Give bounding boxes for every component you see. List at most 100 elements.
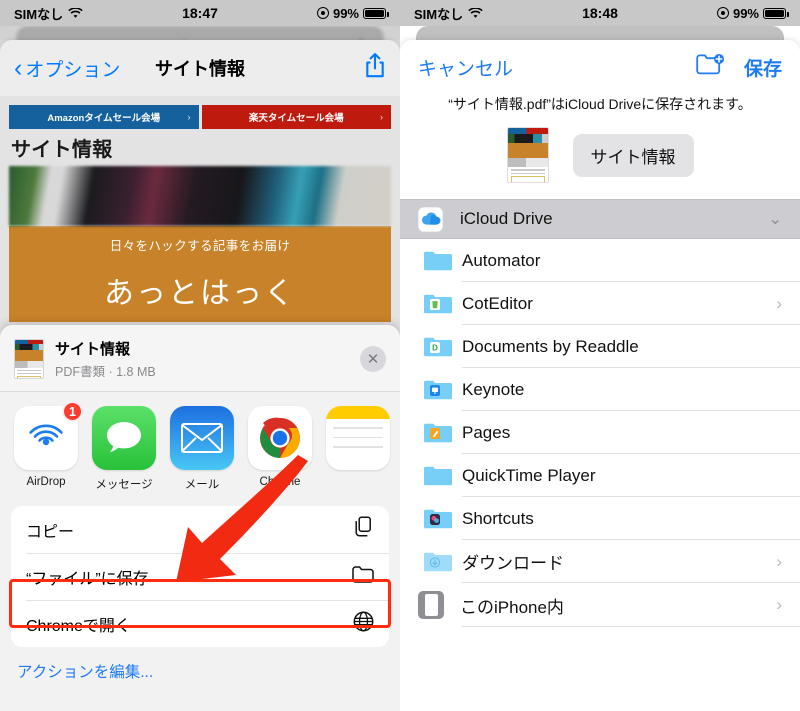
share-apps-row: 1 AirDrop メッセージ メール Chrome [0, 392, 400, 502]
action-copy[interactable]: コピー [11, 506, 389, 553]
ad-banner-row: Amazonタイムセール会場 › 楽天タイムセール会場 › [9, 105, 391, 129]
folder-row-documents-by-readdle[interactable]: D Documents by Readdle [400, 325, 800, 368]
folder-row-automator[interactable]: Automator [400, 239, 800, 282]
chevron-right-icon: › [187, 112, 191, 122]
status-left: SIMなし [414, 4, 483, 23]
ad-banner-rakuten[interactable]: 楽天タイムセール会場 › [201, 105, 391, 129]
status-right: 99% [716, 5, 789, 21]
save-button[interactable]: 保存 [744, 54, 782, 81]
chevron-right-icon[interactable]: › [776, 552, 782, 572]
chrome-icon [248, 406, 312, 470]
nav-right-group: 保存 [696, 53, 782, 82]
shortcuts-folder-icon [424, 508, 452, 529]
carrier-label: SIMなし [14, 6, 64, 22]
folder-name: Documents by Readdle [462, 336, 639, 356]
battery-percent: 99% [732, 5, 759, 21]
icloud-icon [418, 206, 443, 232]
right-screen: SIMなし 18:48 99% キャンセル 保存 “サイト情報.pdf”はiCl… [400, 0, 800, 711]
app-label: メール [184, 479, 220, 491]
share-action-list: コピー “ファイル”に保存 Chromeで開く [11, 506, 389, 647]
hero-tagline: 日々をハックする記事をお届け [109, 239, 291, 253]
share-target-airdrop[interactable]: 1 AirDrop [14, 401, 83, 492]
file-preview: サイト情報 [400, 127, 800, 199]
save-description: “サイト情報.pdf”はiCloud Driveに保存されます。 [448, 96, 752, 112]
wifi-icon [468, 7, 483, 19]
globe-icon [353, 611, 374, 637]
right-status-bar: SIMなし 18:48 99% [400, 0, 800, 26]
battery-icon [363, 7, 389, 19]
back-label: オプション [25, 59, 121, 81]
dual-screenshot: SIMなし 18:47 99% an7na.com ⇧ ‹ オプション [0, 0, 800, 711]
chevron-right-icon[interactable]: › [776, 595, 782, 615]
share-file-title: サイト情報 [55, 341, 131, 358]
left-screen: SIMなし 18:47 99% an7na.com ⇧ ‹ オプション [0, 0, 400, 711]
folder-name: Keynote [462, 379, 525, 399]
filename-input[interactable]: サイト情報 [572, 133, 694, 177]
cancel-button[interactable]: キャンセル [418, 54, 513, 81]
status-right: 99% [316, 5, 389, 21]
close-icon[interactable]: ✕ [360, 346, 386, 372]
folder-row-downloads[interactable]: ダウンロード › [400, 540, 800, 583]
ad-banner-amazon[interactable]: Amazonタイムセール会場 › [9, 105, 199, 129]
pdf-thumbnail [506, 127, 549, 183]
share-target-messages[interactable]: メッセージ [92, 406, 156, 492]
keynote-folder-icon [424, 379, 452, 400]
folder-name: QuickTime Player [462, 465, 596, 485]
badge-count: 1 [62, 401, 83, 422]
folder-row-pages[interactable]: Pages [400, 411, 800, 454]
location-name: iCloud Drive [460, 209, 553, 228]
messages-icon [92, 406, 156, 470]
coteditor-folder-icon [424, 293, 452, 314]
action-save-to-files[interactable]: “ファイル”に保存 [11, 553, 389, 600]
action-open-in-chrome[interactable]: Chromeで開く [11, 600, 389, 647]
chevron-right-icon: › [380, 112, 383, 122]
folder-row-shortcuts[interactable]: Shortcuts [400, 497, 800, 540]
ad-label: Amazonタイムセール会場 [47, 113, 161, 124]
share-file-subtitle: PDF書類 · 1.8 MB [55, 365, 156, 379]
iphone-icon [418, 591, 444, 619]
copy-icon [354, 516, 374, 543]
share-target-mail[interactable]: メール [170, 406, 234, 492]
share-icon[interactable] [364, 52, 386, 84]
action-label: Chromeで開く [26, 617, 131, 635]
device-name: このiPhone内 [460, 597, 564, 617]
share-sheet: サイト情報 PDF書類 · 1.8 MB ✕ 1 AirDrop メッセージ メ… [0, 325, 400, 711]
folder-row-keynote[interactable]: Keynote [400, 368, 800, 411]
folder-row-quicktime-player[interactable]: QuickTime Player [400, 454, 800, 497]
files-picker-modal: キャンセル 保存 “サイト情報.pdf”はiCloud Driveに保存されます… [400, 26, 800, 711]
share-target-chrome[interactable]: Chrome [248, 406, 312, 492]
chevron-down-icon[interactable]: ⌄ [769, 209, 782, 229]
battery-percent: 99% [332, 5, 359, 21]
device-row-this-iphone[interactable]: このiPhone内 › [400, 583, 800, 627]
back-button[interactable]: ‹ オプション [14, 55, 120, 82]
location-header-icloud-drive[interactable]: iCloud Drive ⌄ [400, 199, 800, 239]
folder-name: ダウンロード [462, 554, 564, 573]
share-file-meta: サイト情報 PDF書類 · 1.8 MB [55, 338, 156, 380]
edit-actions-link[interactable]: アクションを編集... [0, 647, 400, 682]
app-label: メッセージ [95, 479, 153, 491]
rotation-lock-icon [716, 7, 729, 19]
notes-icon [326, 406, 390, 470]
chevron-right-icon[interactable]: › [776, 294, 782, 314]
folder-name: Automator [462, 250, 541, 270]
downloads-folder-icon [424, 551, 452, 572]
options-nav-bar: ‹ オプション サイト情報 [0, 40, 400, 96]
mail-icon [170, 406, 234, 470]
plain-folder-icon [424, 465, 452, 486]
ad-label: 楽天タイムセール会場 [248, 113, 344, 124]
hero-banner: 日々をハックする記事をお届け あっとはっく [9, 226, 391, 322]
app-label: AirDrop [26, 476, 66, 488]
wifi-icon [68, 7, 83, 19]
folder-list: Automator CotEditor › D Documents by Rea… [400, 239, 800, 627]
plain-folder-icon [424, 250, 452, 271]
folder-row-coteditor[interactable]: CotEditor › [400, 282, 800, 325]
pdf-thumbnail [14, 339, 44, 379]
chevron-left-icon: ‹ [14, 53, 23, 82]
files-sheet: キャンセル 保存 “サイト情報.pdf”はiCloud Driveに保存されます… [400, 40, 800, 711]
folder-name: Shortcuts [462, 508, 534, 528]
share-file-header: サイト情報 PDF書類 · 1.8 MB ✕ [0, 325, 400, 391]
rotation-lock-icon [316, 7, 329, 19]
new-folder-icon[interactable] [696, 53, 726, 82]
app-label: Chrome [259, 476, 301, 488]
share-target-notes[interactable] [326, 406, 390, 492]
